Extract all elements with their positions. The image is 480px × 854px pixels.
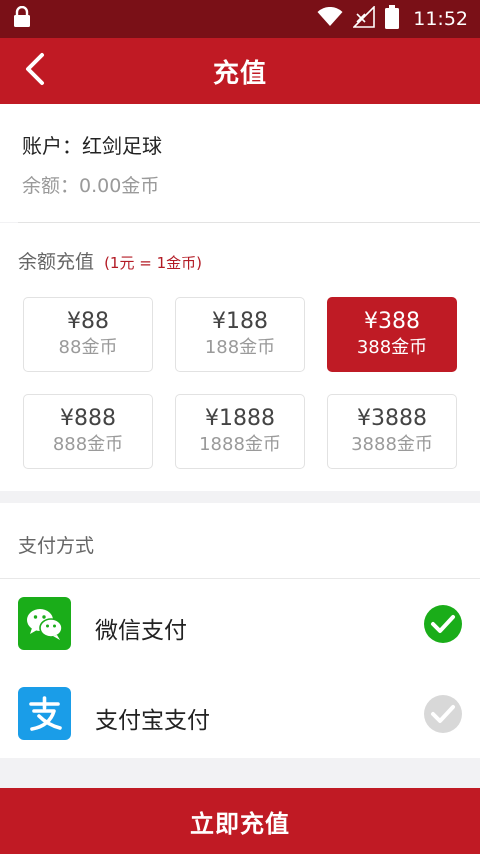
recharge-title-text: 余额充值	[18, 251, 95, 273]
amount-price: ¥388	[364, 308, 420, 334]
check-circle-icon	[423, 604, 463, 644]
exchange-rate-note: (1元 = 1金币)	[104, 254, 202, 272]
amount-coins: 188金币	[204, 336, 276, 358]
amount-price: ¥3888	[357, 405, 427, 431]
payment-option-wechat[interactable]: 微信支付	[0, 579, 480, 669]
payment-title: 支付方式	[18, 535, 95, 557]
wechat-icon	[18, 597, 71, 650]
amount-coins: 888金币	[52, 433, 124, 455]
amount-option-88[interactable]: ¥88 88金币	[23, 297, 153, 372]
status-clock: 11:52	[413, 8, 468, 30]
account-section: 账户：红剑足球 余额：0.00金币	[0, 104, 480, 222]
amount-coins: 388金币	[356, 336, 428, 358]
amount-option-388[interactable]: ¥388 388金币	[327, 297, 457, 372]
payment-section: 支付方式 微信支付 支付宝支付	[0, 503, 480, 758]
chevron-left-icon	[24, 52, 46, 90]
check-circle-icon	[423, 694, 463, 734]
amount-coins: 88金币	[58, 336, 118, 358]
recharge-title: 余额充值 (1元 = 1金币)	[18, 247, 202, 274]
amount-option-888[interactable]: ¥888 888金币	[23, 394, 153, 469]
payment-label: 支付宝支付	[95, 708, 210, 734]
signal-icon	[352, 5, 376, 32]
wifi-icon	[317, 6, 343, 31]
recharge-section: 余额充值 (1元 = 1金币) ¥88 88金币 ¥188 188金币 ¥388…	[0, 223, 480, 491]
lock-icon	[12, 5, 32, 32]
recharge-now-button[interactable]: 立即充值	[0, 788, 480, 854]
payment-label: 微信支付	[95, 618, 187, 644]
recharge-now-label: 立即充值	[190, 809, 290, 838]
page-title: 充值	[212, 58, 267, 89]
amount-option-188[interactable]: ¥188 188金币	[175, 297, 305, 372]
amount-option-1888[interactable]: ¥1888 1888金币	[175, 394, 305, 469]
title-bar: 充值	[0, 38, 480, 104]
back-button[interactable]	[10, 46, 60, 96]
amount-price: ¥888	[60, 405, 116, 431]
status-bar: 11:52	[0, 0, 480, 38]
account-name: 账户：红剑足球	[22, 134, 162, 158]
alipay-icon	[18, 687, 71, 740]
amount-price: ¥1888	[205, 405, 275, 431]
amount-coins: 3888金币	[351, 433, 433, 455]
amount-option-3888[interactable]: ¥3888 3888金币	[327, 394, 457, 469]
payment-option-alipay[interactable]: 支付宝支付	[0, 669, 480, 759]
amount-price: ¥188	[212, 308, 268, 334]
account-balance: 余额：0.00金币	[22, 175, 160, 197]
amount-coins: 1888金币	[199, 433, 281, 455]
amount-price: ¥88	[67, 308, 109, 334]
battery-icon	[385, 5, 400, 33]
